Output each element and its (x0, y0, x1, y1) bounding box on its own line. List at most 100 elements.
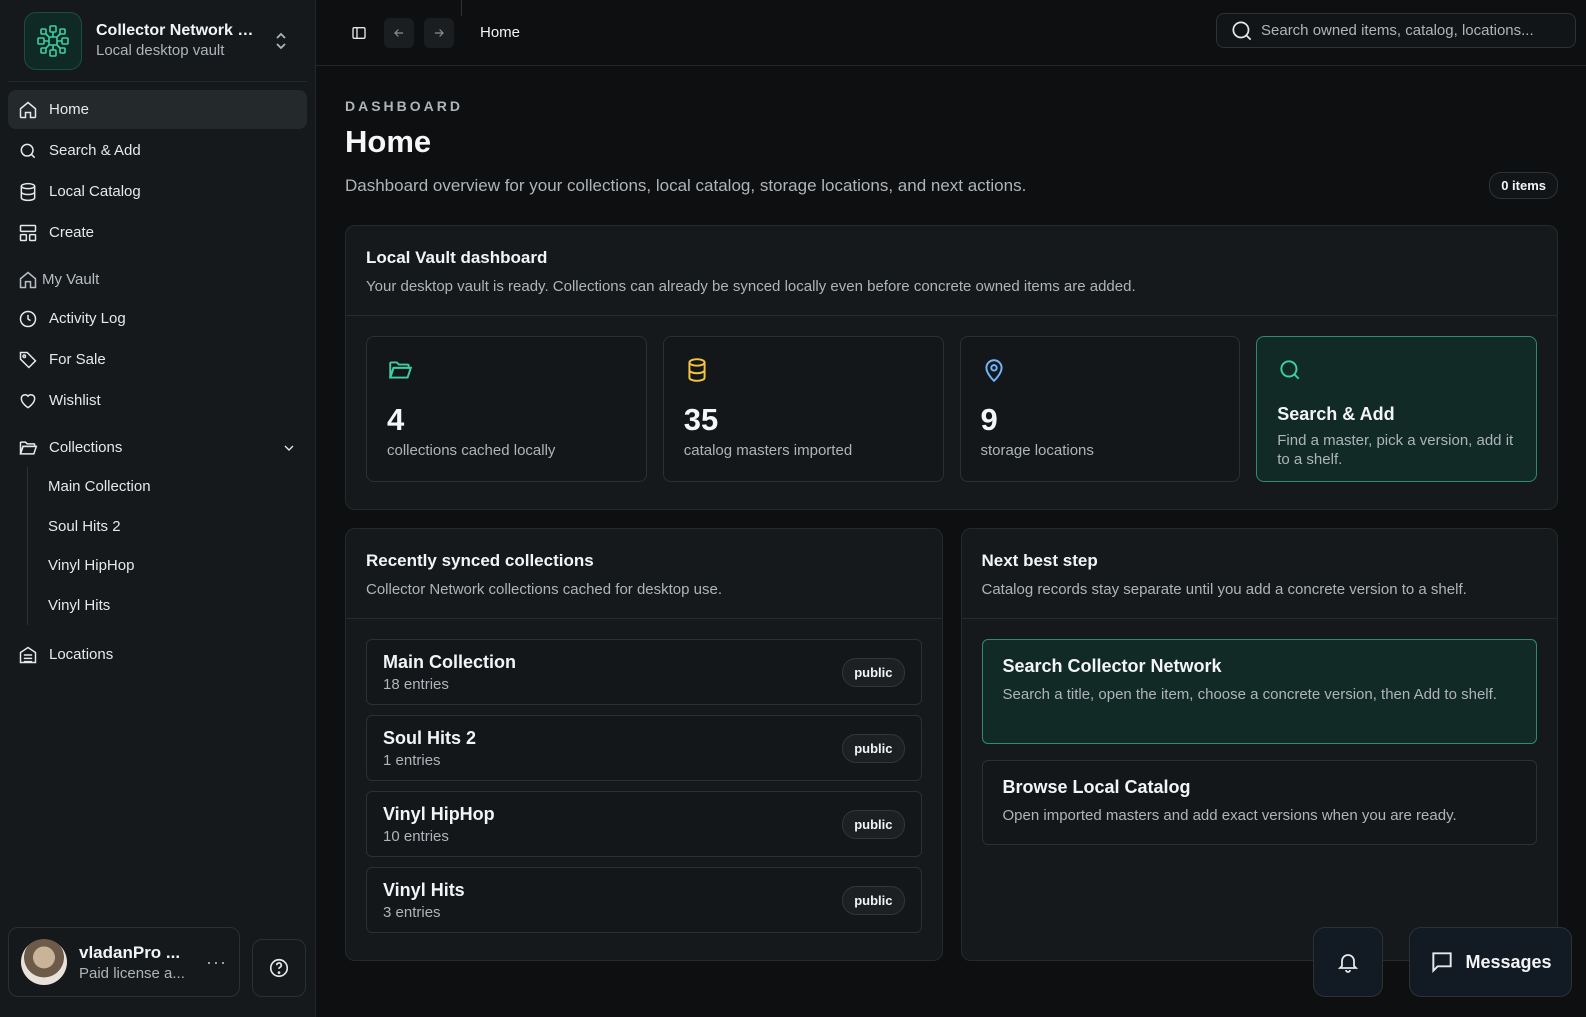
sidebar-item-label: Collections (49, 439, 123, 456)
search-icon (1280, 360, 1300, 380)
sidebar-nav: Home Search & Add Local Catalog Create M… (0, 82, 315, 674)
collection-count: 3 entries (383, 903, 441, 921)
sidebar-item-locations[interactable]: Locations (8, 635, 307, 674)
user-name: vladanPro ... (79, 942, 181, 962)
collection-count: 10 entries (383, 827, 449, 845)
option-title: Browse Local Catalog (1002, 777, 1191, 797)
sidebar-item-label: Local Catalog (49, 183, 141, 200)
collection-info: Main Collection 18 entries (383, 652, 516, 693)
collection-name: Soul Hits 2 (383, 727, 477, 748)
lower-columns: Recently synced collections Collector Ne… (345, 528, 1558, 961)
global-search[interactable] (1216, 13, 1576, 48)
list-item[interactable]: Vinyl HipHop 10 entries public (366, 791, 922, 857)
brand-switcher[interactable]: Collector Network V... Local desktop vau… (8, 0, 307, 82)
sidebar-section-my-vault[interactable]: My Vault (8, 260, 307, 299)
sidebar-item-label: For Sale (49, 351, 106, 368)
sidebar-item-wishlist[interactable]: Wishlist (8, 381, 307, 420)
database-icon (688, 358, 706, 382)
page-description: Dashboard overview for your collections,… (345, 175, 1027, 195)
messages-button[interactable]: Messages (1409, 927, 1572, 997)
list-item[interactable]: Vinyl Hits 3 entries public (366, 867, 922, 933)
chevrons-up-down-icon[interactable] (271, 26, 291, 56)
sidebar-subitem-collection[interactable]: Vinyl Hits (48, 586, 307, 626)
search-icon (1232, 20, 1252, 40)
building-icon (19, 646, 37, 663)
panel-title: Next best step (981, 551, 1098, 570)
option-title: Search Collector Network (1002, 656, 1222, 676)
user-menu[interactable]: vladanPro ... Paid license a... ··· (8, 927, 240, 997)
chevron-down-icon[interactable] (281, 440, 297, 456)
back-button[interactable] (384, 17, 414, 48)
collection-info: Vinyl Hits 3 entries (383, 880, 465, 921)
stat-label: storage locations (980, 442, 1094, 459)
user-text: vladanPro ... Paid license a... (79, 943, 185, 982)
help-circle-icon (269, 958, 289, 978)
page-content: DASHBOARD Home Dashboard overview for yo… (316, 98, 1586, 961)
collection-info: Soul Hits 2 1 entries (383, 728, 476, 769)
app-root: Collector Network V... Local desktop vau… (0, 0, 1586, 1017)
search-add-action-card[interactable]: Search & Add Find a master, pick a versi… (1256, 336, 1537, 482)
sidebar-item-activity-log[interactable]: Activity Log (8, 299, 307, 338)
collection-name: Main Collection (383, 651, 517, 672)
map-pin-icon (984, 359, 1003, 383)
sidebar-item-label: Activity Log (49, 310, 126, 327)
sidebar-item-label: Locations (49, 646, 114, 663)
brand-text: Collector Network V... Local desktop vau… (96, 22, 257, 59)
sidebar-item-label: Wishlist (49, 392, 101, 409)
sidebar-item-collections[interactable]: Collections (8, 428, 307, 467)
collections-list: Main Collection 18 entries public Soul H… (346, 619, 942, 963)
sidebar-item-create[interactable]: Create (8, 213, 307, 252)
page-description-row: Dashboard overview for your collections,… (345, 172, 1558, 199)
stats-row: 4 collections cached locally 35 catalog … (346, 316, 1557, 502)
collection-name: Vinyl HipHop (383, 803, 495, 824)
local-vault-dashboard: Local Vault dashboard Your desktop vault… (345, 225, 1558, 510)
panel-subtitle: Collector Network collections cached for… (366, 581, 723, 598)
stat-card-catalog[interactable]: 35 catalog masters imported (662, 336, 944, 482)
page-title: Home (345, 124, 432, 159)
stat-card-locations[interactable]: 9 storage locations (959, 336, 1241, 482)
sidebar-toggle-button[interactable] (344, 18, 374, 48)
database-icon (20, 182, 36, 201)
sidebar-item-local-catalog[interactable]: Local Catalog (8, 172, 307, 211)
sidebar-subitem-collection[interactable]: Soul Hits 2 (48, 507, 307, 547)
sidebar-item-label: Home (49, 101, 90, 118)
sidebar-subitem-collection[interactable]: Vinyl HipHop (48, 546, 307, 586)
user-license: Paid license a... (79, 964, 185, 982)
visibility-badge: public (842, 657, 905, 687)
sidebar-item-home[interactable]: Home (8, 90, 307, 129)
action-description: Find a master, pick a version, add it to… (1277, 432, 1514, 468)
search-collector-network-option[interactable]: Search Collector Network Search a title,… (981, 639, 1537, 744)
collection-info: Vinyl HipHop 10 entries (383, 804, 495, 845)
brand-title: Collector Network V... (96, 22, 257, 39)
search-input[interactable] (1261, 22, 1561, 39)
more-horizontal-icon[interactable]: ··· (206, 952, 227, 973)
sidebar-item-for-sale[interactable]: For Sale (8, 340, 307, 379)
main-area: Home DASHBOARD Home Dashboard overview f… (316, 0, 1586, 1017)
panel-subtitle: Your desktop vault is ready. Collections… (366, 278, 1136, 295)
stat-card-collections[interactable]: 4 collections cached locally (366, 336, 647, 482)
collection-count: 18 entries (383, 675, 449, 693)
browse-local-catalog-option[interactable]: Browse Local Catalog Open imported maste… (981, 760, 1537, 845)
topbar: Home (316, 0, 1586, 66)
sidebar-item-label: Create (49, 224, 95, 241)
notifications-button[interactable] (1313, 927, 1383, 997)
next-step-options: Search Collector Network Search a title,… (962, 619, 1558, 881)
page-eyebrow: DASHBOARD (345, 98, 463, 114)
sidebar-item-label: Search & Add (49, 142, 141, 159)
help-button[interactable] (252, 939, 306, 997)
panel-subtitle: Catalog records stay separate until you … (981, 581, 1467, 598)
sidebar-item-search-add[interactable]: Search & Add (8, 131, 307, 170)
stat-value: 4 (387, 402, 405, 437)
folder-open-icon (388, 361, 413, 379)
vault-home-icon (19, 271, 37, 288)
collection-count: 1 entries (383, 751, 441, 769)
forward-button[interactable] (424, 17, 454, 48)
option-description: Open imported masters and add exact vers… (1002, 807, 1457, 824)
layout-icon (19, 224, 37, 241)
sidebar-subitem-collection[interactable]: Main Collection (48, 467, 307, 507)
folder-open-icon (19, 440, 38, 455)
tag-icon (19, 351, 37, 369)
list-item[interactable]: Main Collection 18 entries public (366, 639, 922, 705)
list-item[interactable]: Soul Hits 2 1 entries public (366, 715, 922, 781)
avatar (21, 939, 67, 985)
